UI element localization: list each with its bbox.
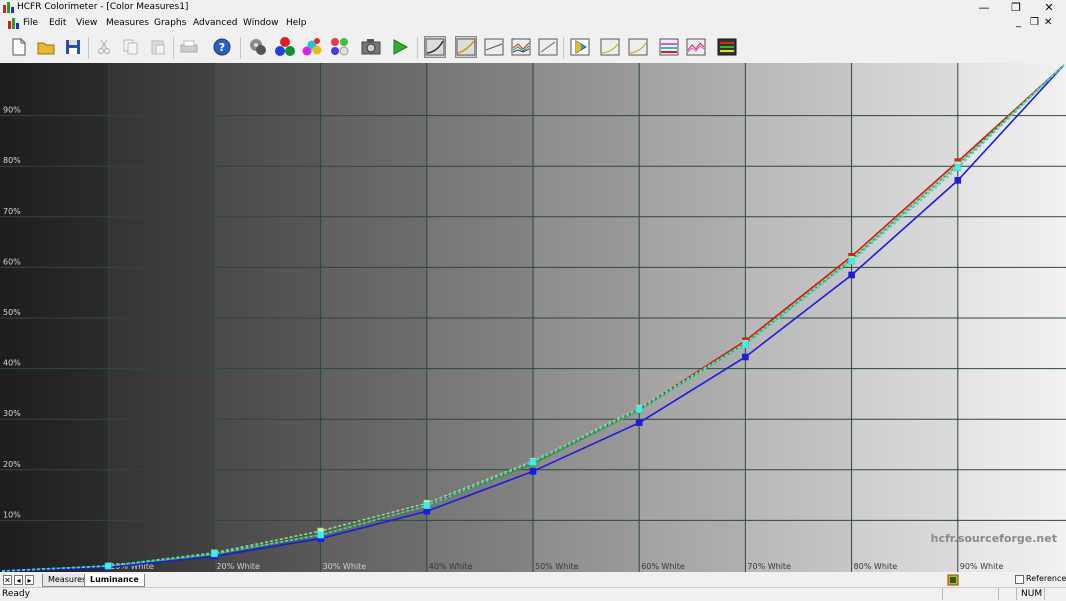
menu-help[interactable]: Help <box>286 18 307 28</box>
mdi-restore-button[interactable]: ❐ <box>1030 17 1039 28</box>
multi-graph-icon[interactable] <box>685 36 707 58</box>
document-icon[interactable] <box>8 18 19 29</box>
tab-luminance[interactable]: Luminance <box>84 574 145 587</box>
x-tick-label: 30% White <box>323 562 367 571</box>
status-panel-1 <box>942 588 998 600</box>
data-point[interactable] <box>954 164 962 172</box>
data-point[interactable] <box>954 177 962 184</box>
paste-icon[interactable] <box>147 36 169 58</box>
window-title: HCFR Colorimeter - [Color Measures1] <box>17 2 189 12</box>
data-point[interactable] <box>635 419 643 427</box>
menu-file[interactable]: File <box>23 18 38 28</box>
y-tick-label: 70% <box>3 207 21 216</box>
menu-graphs[interactable]: Graphs <box>154 18 186 28</box>
copy-icon[interactable] <box>120 36 142 58</box>
minimize-button[interactable]: — <box>969 0 999 16</box>
y-tick-label: 10% <box>3 510 21 519</box>
menu-view[interactable]: View <box>76 18 97 28</box>
status-text: Ready <box>2 589 30 599</box>
help-icon[interactable]: ? <box>211 36 233 58</box>
new-icon[interactable] <box>8 36 30 58</box>
data-point[interactable] <box>742 353 749 361</box>
next-tab-button[interactable]: ▸ <box>25 575 34 585</box>
x-tick-label: 70% White <box>747 562 791 571</box>
reference-measure-icon[interactable] <box>947 574 959 586</box>
status-panel-2 <box>998 588 1016 600</box>
y-tick-label: 90% <box>3 106 21 115</box>
status-bar: Ready NUM <box>0 587 1066 601</box>
app-icon <box>3 2 14 13</box>
reference-label: Reference <box>1026 574 1066 583</box>
save-icon[interactable] <box>62 36 84 58</box>
camera-icon[interactable] <box>360 36 382 58</box>
data-point[interactable] <box>742 341 749 349</box>
color-temp-graph-icon[interactable] <box>569 36 591 58</box>
y-tick-label: 80% <box>3 156 21 165</box>
sensor-icon[interactable] <box>247 36 269 58</box>
menu-advanced[interactable]: Advanced <box>193 18 237 28</box>
menu-measures[interactable]: Measures <box>106 18 149 28</box>
svg-text:?: ? <box>219 41 225 54</box>
y-tick-label: 40% <box>3 359 21 368</box>
play-icon[interactable] <box>389 36 411 58</box>
mdi-minimize-button[interactable]: _ <box>1016 17 1021 28</box>
y-tick-label: 50% <box>3 308 21 317</box>
rgb-levels-graph-icon[interactable] <box>510 36 532 58</box>
white-graph-icon[interactable] <box>483 36 505 58</box>
cie-chart-icon[interactable] <box>537 36 559 58</box>
watermark: hcfr.sourceforge.net <box>931 532 1057 545</box>
num-lock-indicator: NUM <box>1016 588 1044 600</box>
x-tick-label: 50% White <box>535 562 579 571</box>
x-tick-label: 20% White <box>216 562 260 571</box>
prev-tab-button[interactable]: ◂ <box>14 575 23 585</box>
data-point[interactable] <box>848 258 855 265</box>
y-tick-label: 20% <box>3 460 21 469</box>
restore-button[interactable]: ❐ <box>1001 0 1031 16</box>
data-point[interactable] <box>104 562 112 570</box>
data-point[interactable] <box>423 502 431 510</box>
open-icon[interactable] <box>35 36 57 58</box>
data-point[interactable] <box>635 406 643 413</box>
luminance-chart: 10%20%30%40%50%60%70%80%90% 10% White 20%… <box>0 63 1066 572</box>
data-point[interactable] <box>529 468 537 475</box>
data-point[interactable] <box>423 507 431 515</box>
gamma-graph-icon[interactable] <box>455 36 477 58</box>
mdi-close-button[interactable]: ✕ <box>1044 17 1052 28</box>
y-tick-label: 30% <box>3 409 21 418</box>
print-icon[interactable] <box>178 36 200 58</box>
data-point[interactable] <box>211 550 218 558</box>
color-balls-icon[interactable] <box>301 36 323 58</box>
close-tab-button[interactable]: ✕ <box>3 575 12 585</box>
multi-balls-icon[interactable] <box>329 36 351 58</box>
measures-graph-icon[interactable] <box>716 36 738 58</box>
x-tick-label: 90% White <box>960 562 1004 571</box>
rgb-balls-icon[interactable] <box>274 36 296 58</box>
x-tick-label: 80% White <box>854 562 898 571</box>
menu-window[interactable]: Window <box>243 18 279 28</box>
menu-edit[interactable]: Edit <box>49 18 66 28</box>
near-black-graph-icon[interactable] <box>627 36 649 58</box>
status-panel-4 <box>1044 588 1066 600</box>
menu-bar: File Edit View Measures Graphs Advanced … <box>0 16 1066 32</box>
reference-checkbox[interactable] <box>1015 575 1024 584</box>
x-tick-label: 60% White <box>641 562 685 571</box>
tab-bar: ✕ ◂ ▸ Measures Luminance Reference <box>0 573 1066 587</box>
data-point[interactable] <box>317 531 324 539</box>
saturation-graph-icon[interactable] <box>599 36 621 58</box>
cut-icon[interactable] <box>93 36 115 58</box>
data-point[interactable] <box>529 458 537 466</box>
toolbar: ? <box>0 33 1066 64</box>
luminance-graph-icon[interactable] <box>424 36 446 58</box>
title-bar: HCFR Colorimeter - [Color Measures1] — ❐… <box>0 0 1066 16</box>
close-button[interactable]: ✕ <box>1034 0 1064 16</box>
x-tick-label: 40% White <box>429 562 473 571</box>
data-point[interactable] <box>848 271 855 279</box>
near-white-graph-icon[interactable] <box>658 36 680 58</box>
y-tick-label: 60% <box>3 257 21 266</box>
